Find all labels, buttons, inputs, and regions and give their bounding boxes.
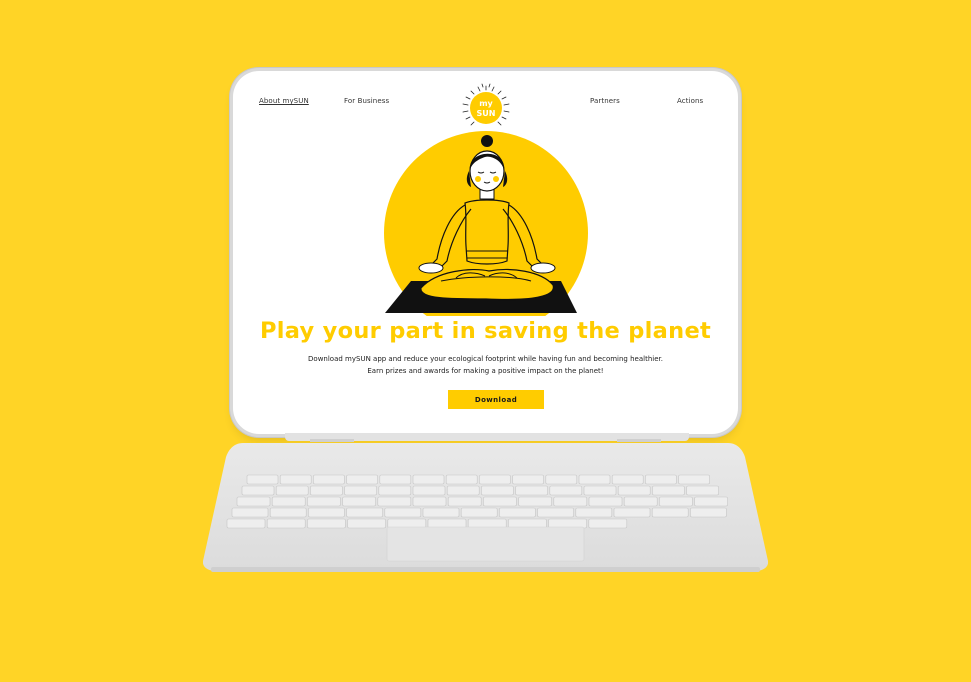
nav-about-link[interactable]: About mySUN: [259, 97, 309, 105]
keyboard-key: [307, 496, 341, 507]
keyboard-key: [347, 518, 386, 529]
keyboard-key: [279, 474, 312, 485]
keyboard-key: [537, 507, 574, 518]
keyboard-key: [578, 474, 611, 485]
keyboard-key: [378, 485, 412, 496]
keyboard-key: [548, 518, 587, 529]
keyboard-key: [231, 507, 269, 518]
keyboard-key: [575, 507, 613, 518]
keyboard-key: [412, 485, 446, 496]
nav-business-link[interactable]: For Business: [344, 97, 389, 105]
keyboard-key: [377, 496, 412, 507]
keyboard-key: [269, 507, 307, 518]
keyboard-key: [518, 496, 552, 507]
keyboard-key: [412, 496, 447, 507]
keyboard-key: [588, 518, 628, 529]
keyboard-key: [499, 507, 536, 518]
keyboard-key: [342, 496, 376, 507]
keyboard-key: [481, 485, 514, 496]
keyboard-key: [623, 496, 658, 507]
keyboard-key: [678, 474, 710, 485]
keyboard-key: [346, 474, 378, 485]
keyboard-key: [515, 485, 548, 496]
keyboard-key: [384, 507, 422, 518]
download-button[interactable]: Download: [448, 390, 544, 409]
keyboard-key: [346, 507, 383, 518]
keyboard-key: [313, 474, 345, 485]
keyboard-key: [686, 485, 719, 496]
keyboard-key: [379, 474, 412, 485]
keyboard-key: [553, 496, 588, 507]
keyboard-key: [422, 507, 460, 518]
logo-line-2: SUN: [476, 109, 496, 118]
keyboard-key: [613, 507, 651, 518]
keyboard-key: [611, 474, 644, 485]
keyboard-key: [307, 518, 346, 529]
keyboard-key: [479, 474, 511, 485]
keyboard-key: [308, 507, 345, 518]
keyboard-key: [508, 518, 547, 529]
keyboard-key: [651, 507, 689, 518]
keyboard-key: [483, 496, 517, 507]
keyboard-key: [271, 496, 306, 507]
keyboard-key: [545, 474, 578, 485]
logo-line-1: my: [479, 99, 493, 108]
keyboard-key: [310, 485, 343, 496]
tablet-screen: About mySUN For Business my SUN Partners…: [233, 71, 738, 434]
keyboard-key: [387, 518, 427, 529]
keyboard-key: [588, 496, 623, 507]
keyboard-key: [694, 496, 728, 507]
keyboard-icon: [203, 443, 768, 572]
keyboard-key: [226, 518, 266, 529]
keyboard-key: [246, 474, 279, 485]
nav-partners-link[interactable]: Partners: [590, 97, 620, 105]
keyboard-key: [412, 474, 445, 485]
keyboard-key: [467, 518, 507, 529]
keyboard-key: [266, 518, 306, 529]
keyboard-key: [690, 507, 727, 518]
nav-actions-link[interactable]: Actions: [677, 97, 703, 105]
keyboard-key: [275, 485, 309, 496]
meditating-woman-illustration: [384, 131, 588, 316]
keyboard-key: [447, 496, 482, 507]
keyboard-key: [241, 485, 275, 496]
keyboard-key: [617, 485, 651, 496]
keyboard-key: [652, 485, 685, 496]
keyboard-key: [549, 485, 583, 496]
keyboard-key: [460, 507, 498, 518]
keyboard-key: [427, 518, 467, 529]
keyboard-key: [344, 485, 377, 496]
hero-subtext: Download mySUN app and reduce your ecolo…: [308, 355, 663, 375]
keyboard-key: [446, 485, 480, 496]
keyboard-key: [583, 485, 617, 496]
keyboard-key: [659, 496, 693, 507]
keyboard-key: [645, 474, 677, 485]
hero-headline: Play your part in saving the planet: [259, 318, 712, 344]
keyboard-key: [236, 496, 271, 507]
keyboard-key: [445, 474, 478, 485]
logo-text: my SUN: [450, 99, 522, 119]
keyboard-key: [512, 474, 544, 485]
